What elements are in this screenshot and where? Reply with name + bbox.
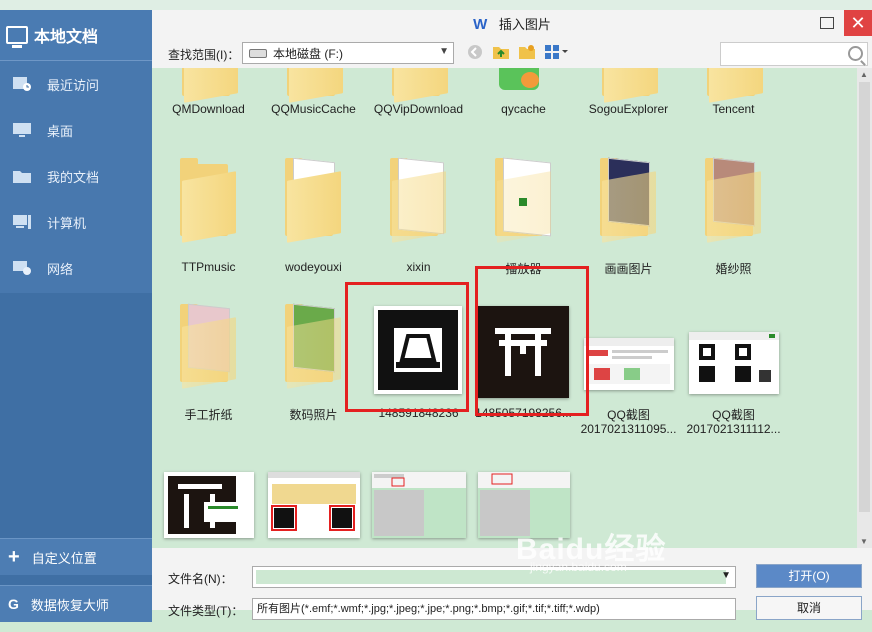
top-strip — [0, 0, 872, 10]
sidebar-header[interactable]: 本地文档 — [0, 10, 152, 61]
file-name-selection — [256, 570, 726, 584]
drive-icon — [249, 48, 267, 58]
scroll-thumb[interactable] — [859, 82, 870, 512]
look-in-select[interactable]: 本地磁盘 (F:) ▼ — [242, 42, 454, 64]
dialog-title: 插入图片 — [498, 17, 551, 32]
file-list: QMDownload QQMusicCache QQVipDownload qy… — [152, 68, 857, 548]
wps-logo-icon: W — [473, 16, 488, 33]
file-name-label: 文件名(N)： — [168, 572, 233, 586]
sidebar-item-label: 网络 — [47, 261, 74, 277]
scroll-down-icon[interactable]: ▼ — [860, 537, 868, 546]
sidebar: 本地文档 最近访问 桌面 我的文档 计算机 网络 + 自定义位置 G 数据恢复大… — [0, 10, 152, 622]
file-type-label: 文件类型(T)： — [168, 604, 244, 618]
sidebar-item-label: 我的文档 — [47, 169, 100, 185]
mascot-icon — [521, 72, 539, 88]
highlight-box-1 — [345, 282, 469, 412]
image-thumbnail — [689, 332, 779, 394]
folder-icon — [12, 168, 32, 184]
insert-picture-dialog: W 插入图片 ✕ 查找范围(I)： 本地磁盘 (F:) ▼ QMDownload… — [152, 10, 872, 620]
sidebar-item-desktop[interactable]: 桌面 — [0, 107, 152, 153]
look-in-label: 查找范围(I)： — [168, 48, 240, 62]
maximize-icon — [820, 17, 834, 29]
image-thumbnail-row4-1[interactable] — [164, 472, 254, 538]
view-menu-icon[interactable] — [544, 44, 570, 60]
new-folder-icon[interactable] — [518, 44, 536, 60]
image-thumbnail — [584, 338, 674, 390]
open-button[interactable]: 打开(O) — [756, 564, 862, 588]
highlight-box-2 — [475, 266, 589, 416]
sidebar-header-label: 本地文档 — [34, 29, 99, 46]
chevron-down-icon: ▼ — [439, 46, 449, 57]
image-thumbnail-row4-2[interactable] — [268, 472, 360, 538]
sidebar-item-computer[interactable]: 计算机 — [0, 199, 152, 245]
back-icon[interactable] — [466, 44, 484, 60]
look-in-value: 本地磁盘 (F:) — [273, 46, 343, 61]
up-folder-icon[interactable] — [492, 44, 510, 60]
file-name-input[interactable]: ▼ — [252, 566, 736, 588]
search-icon — [848, 46, 863, 61]
desktop-icon — [12, 122, 32, 138]
sidebar-item-label: 最近访问 — [47, 77, 100, 93]
baidu-watermark-url: jingyan.baidu.com — [530, 560, 627, 574]
sidebar-item-label: 计算机 — [47, 215, 87, 231]
computer-icon — [12, 214, 32, 230]
title-bar: W 插入图片 ✕ — [152, 10, 872, 40]
recent-icon — [12, 76, 32, 92]
sidebar-item-documents[interactable]: 我的文档 — [0, 153, 152, 199]
plus-icon: + — [8, 545, 20, 568]
image-thumbnail-row4-3[interactable] — [372, 472, 466, 538]
monitor-icon — [6, 26, 28, 48]
scrollbar[interactable]: ▲ ▼ — [857, 68, 872, 548]
sidebar-item-label: 桌面 — [47, 123, 74, 139]
sidebar-item-recent[interactable]: 最近访问 — [0, 61, 152, 107]
network-icon — [12, 260, 32, 276]
close-icon: ✕ — [850, 13, 866, 33]
search-input[interactable] — [720, 42, 868, 66]
sidebar-item-network[interactable]: 网络 — [0, 245, 152, 291]
close-button[interactable]: ✕ — [844, 10, 872, 36]
toolbar: 查找范围(I)： 本地磁盘 (F:) ▼ — [152, 40, 872, 68]
custom-location-button[interactable]: + 自定义位置 — [0, 538, 152, 575]
scroll-up-icon[interactable]: ▲ — [860, 70, 868, 79]
data-recovery-button[interactable]: G 数据恢复大师 — [0, 585, 152, 622]
chevron-down-icon[interactable]: ▼ — [721, 570, 731, 581]
cancel-button[interactable]: 取消 — [756, 596, 862, 620]
maximize-button[interactable] — [812, 10, 842, 36]
player-icon — [519, 198, 527, 206]
file-type-select[interactable]: 所有图片(*.emf;*.wmf;*.jpg;*.jpeg;*.jpe;*.pn… — [252, 598, 736, 620]
